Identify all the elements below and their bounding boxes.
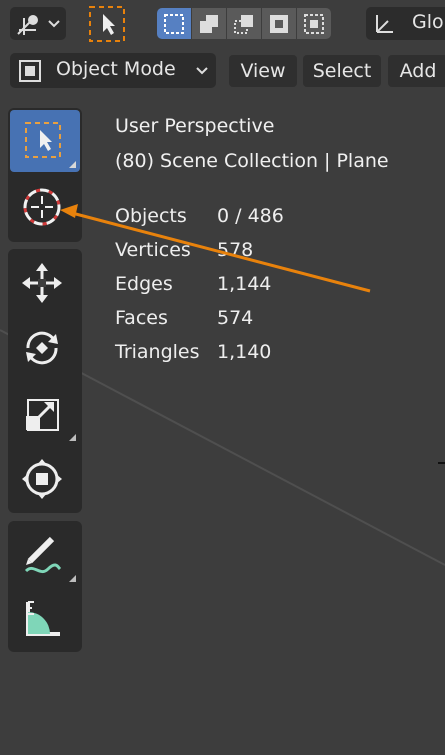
- annotation-arrow: [60, 204, 371, 293]
